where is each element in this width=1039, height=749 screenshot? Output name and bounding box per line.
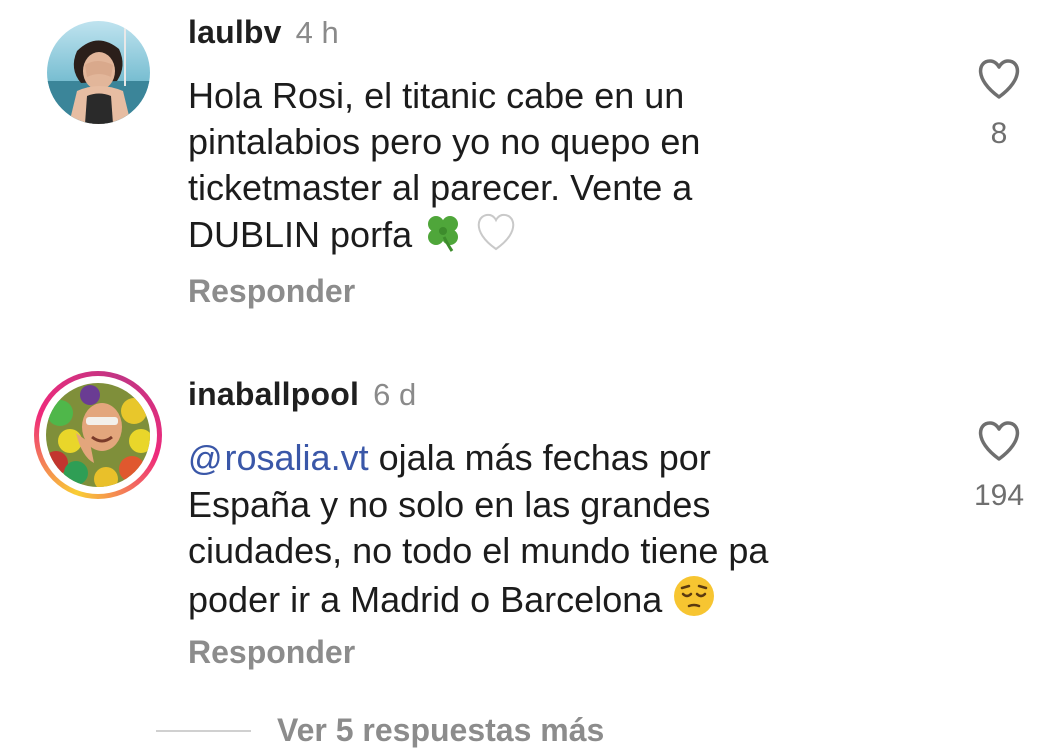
username[interactable]: inaballpool — [188, 376, 359, 413]
comment-item: inaballpool 6 d @rosalia.vt ojala más fe… — [0, 0, 1039, 700]
timestamp: 6 d — [373, 377, 417, 412]
view-more-replies-label[interactable]: Ver 5 respuestas más — [277, 712, 604, 749]
view-more-replies[interactable]: Ver 5 respuestas más — [156, 712, 604, 749]
heart-icon[interactable] — [976, 420, 1022, 467]
comment-header: inaballpool 6 d — [188, 376, 416, 413]
like-button[interactable]: 194 — [954, 420, 1039, 513]
like-count: 194 — [973, 479, 1025, 512]
mention-link[interactable]: @rosalia.vt — [188, 437, 369, 478]
threads-icon: @ — [188, 440, 223, 478]
divider-line — [156, 729, 251, 732]
avatar[interactable] — [46, 383, 150, 487]
reply-button[interactable]: Responder — [188, 634, 355, 671]
avatar-photo — [46, 383, 150, 487]
story-ring[interactable] — [34, 371, 162, 499]
mention-username: rosalia.vt — [224, 437, 369, 478]
pensive-face-icon — [672, 574, 716, 629]
comment-text: @rosalia.vt ojala más fechas por España … — [188, 435, 828, 629]
